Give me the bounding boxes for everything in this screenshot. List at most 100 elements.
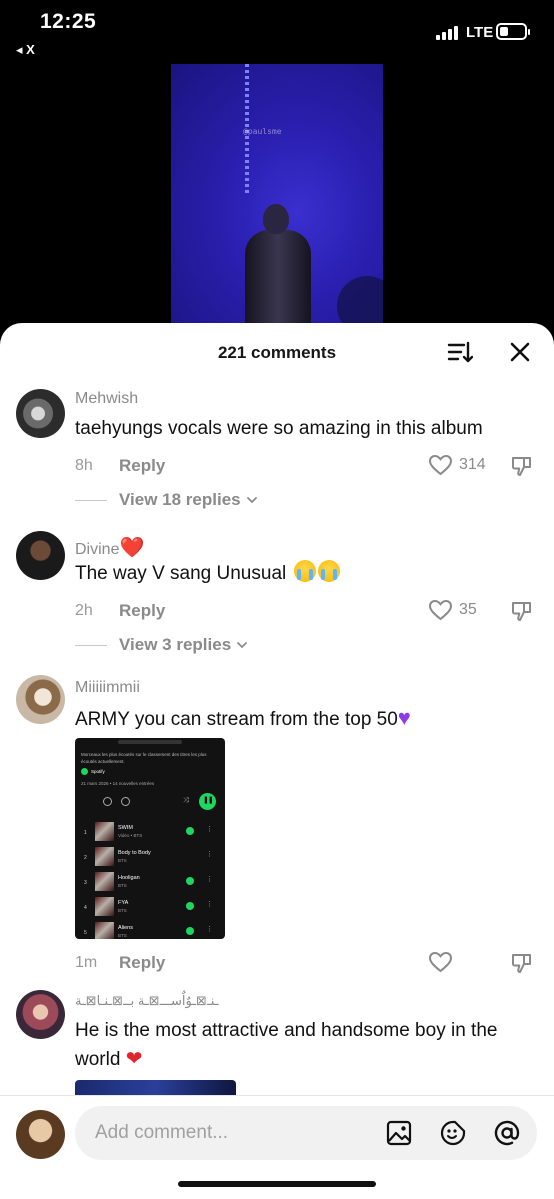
track-title: FYA xyxy=(118,900,129,906)
image-icon[interactable] xyxy=(385,1119,413,1147)
chevron-down-icon xyxy=(246,497,257,504)
like-button[interactable]: 35 xyxy=(428,598,477,622)
avatar[interactable] xyxy=(16,990,65,1039)
comment-username[interactable]: Divine❤️ xyxy=(75,535,144,560)
playlist-date: 21 mars 2026 • 14 nouvelles entrées xyxy=(81,781,155,786)
close-icon[interactable] xyxy=(507,339,533,365)
back-app-label: X xyxy=(26,42,35,57)
download-icon xyxy=(121,797,130,806)
track-cover xyxy=(95,847,114,866)
like-count: 35 xyxy=(459,601,477,618)
more-icon: ⋮ xyxy=(206,876,213,883)
video-player[interactable]: @paulsme xyxy=(171,64,383,334)
screenshot-notch xyxy=(118,740,182,744)
comment-time: 2h xyxy=(75,602,93,619)
reply-button[interactable]: Reply xyxy=(119,601,165,621)
my-avatar xyxy=(16,1110,65,1159)
network-label: LTE xyxy=(466,24,494,41)
avatar[interactable] xyxy=(16,389,65,438)
heart-icon xyxy=(428,951,453,973)
status-time: 12:25 xyxy=(40,10,97,33)
view-replies-link[interactable]: View 18 replies xyxy=(75,490,258,510)
sticker-icon[interactable] xyxy=(439,1119,467,1147)
comment-username[interactable]: Miiiiimmii xyxy=(75,679,140,697)
comments-sheet: 221 comments Mehwish taehyungs vocals we… xyxy=(0,323,554,1199)
replies-divider xyxy=(75,644,107,646)
saved-check-icon xyxy=(186,902,194,910)
comment-text: taehyungs vocals were so amazing in this… xyxy=(75,418,483,439)
battery-icon xyxy=(496,23,530,40)
replies-divider xyxy=(75,499,107,501)
view-replies-label: View 3 replies xyxy=(119,635,232,654)
more-icon: ⋮ xyxy=(206,851,213,858)
comment-input[interactable]: Add comment... xyxy=(75,1106,537,1160)
back-to-app-link[interactable]: ◂ X xyxy=(16,42,35,58)
track-title: Hooligan xyxy=(118,875,140,881)
mention-icon[interactable] xyxy=(493,1119,521,1147)
like-button[interactable]: 314 xyxy=(428,453,486,477)
track-row: 3 Hooligan BTS ⋮ xyxy=(75,870,225,895)
comment-text-body: The way V sang Unusual xyxy=(75,563,287,584)
track-artist: BTS xyxy=(118,908,127,913)
track-number: 4 xyxy=(84,905,87,911)
dislike-icon[interactable] xyxy=(510,454,534,478)
screenshot-header-text: Morceaux les plus écoutés sur le classem… xyxy=(81,752,207,764)
comment-username[interactable]: ـنـ⊠ـوٌاٌســـ⊠ـة بــ⊠ـنـا⊠ـة xyxy=(75,993,218,1009)
comment-text: The way V sang Unusual xyxy=(75,559,535,588)
heart-emoji: ❤️ xyxy=(119,537,145,559)
home-indicator[interactable] xyxy=(178,1181,376,1187)
purple-heart-emoji: ♥ xyxy=(397,705,411,730)
track-artist: Vidéo • BTS xyxy=(118,833,143,838)
crying-emoji-icon xyxy=(317,560,340,582)
view-replies-link[interactable]: View 3 replies xyxy=(75,635,248,655)
track-cover xyxy=(95,872,114,891)
shuffle-icon: ⤨ xyxy=(183,797,189,804)
track-row: 5 Aliens BTS ⋮ xyxy=(75,920,225,939)
track-number: 3 xyxy=(84,880,87,886)
track-title: Body to Body xyxy=(118,850,151,856)
track-artist: BTS xyxy=(118,933,127,938)
dislike-icon[interactable] xyxy=(510,951,534,975)
comment-username[interactable]: Mehwish xyxy=(75,390,138,408)
track-number: 1 xyxy=(84,830,87,836)
more-icon: ⋮ xyxy=(206,826,213,833)
comment-time: 1m xyxy=(75,954,98,971)
avatar[interactable] xyxy=(16,675,65,724)
dislike-icon[interactable] xyxy=(510,599,534,623)
track-artist: BTS xyxy=(118,883,127,888)
like-count: 314 xyxy=(459,456,486,473)
track-number: 2 xyxy=(84,855,87,861)
track-row: 1 SWIM Vidéo • BTS ⋮ xyxy=(75,820,225,845)
track-row: 2 Body to Body BTS ⋮ xyxy=(75,845,225,870)
reply-button[interactable]: Reply xyxy=(119,953,165,973)
chevron-down-icon xyxy=(237,642,248,649)
track-cover xyxy=(95,922,114,939)
more-icon: ⋮ xyxy=(206,926,213,933)
crying-emoji-icon xyxy=(293,560,316,582)
comment-input-placeholder: Add comment... xyxy=(95,1122,229,1143)
avatar[interactable] xyxy=(16,531,65,580)
like-button[interactable] xyxy=(428,950,459,974)
performer-figure xyxy=(245,230,311,334)
reply-button[interactable]: Reply xyxy=(119,456,165,476)
view-replies-label: View 18 replies xyxy=(119,490,241,509)
saved-check-icon xyxy=(186,927,194,935)
comment-text: ARMY you can stream from the top 50♥ xyxy=(75,703,535,734)
sort-icon[interactable] xyxy=(447,339,473,365)
more-icon: ⋮ xyxy=(206,901,213,908)
saved-check-icon xyxy=(186,877,194,885)
spotify-icon xyxy=(81,768,88,775)
saved-check-icon xyxy=(186,827,194,835)
comments-header: 221 comments xyxy=(0,323,554,381)
track-number: 5 xyxy=(84,930,87,936)
track-artist: BTS xyxy=(118,858,127,863)
attached-screenshot[interactable]: Morceaux les plus écoutés sur le classem… xyxy=(75,738,225,939)
pause-icon xyxy=(199,793,216,810)
spotify-name: Spotify xyxy=(91,769,105,774)
track-title: SWIM xyxy=(118,825,133,831)
add-icon xyxy=(103,797,112,806)
comment-time: 8h xyxy=(75,457,93,474)
comment-text-body: ARMY you can stream from the top 50 xyxy=(75,709,398,730)
red-heart-emoji: ❤ xyxy=(125,1048,143,1070)
heart-icon xyxy=(428,454,453,476)
